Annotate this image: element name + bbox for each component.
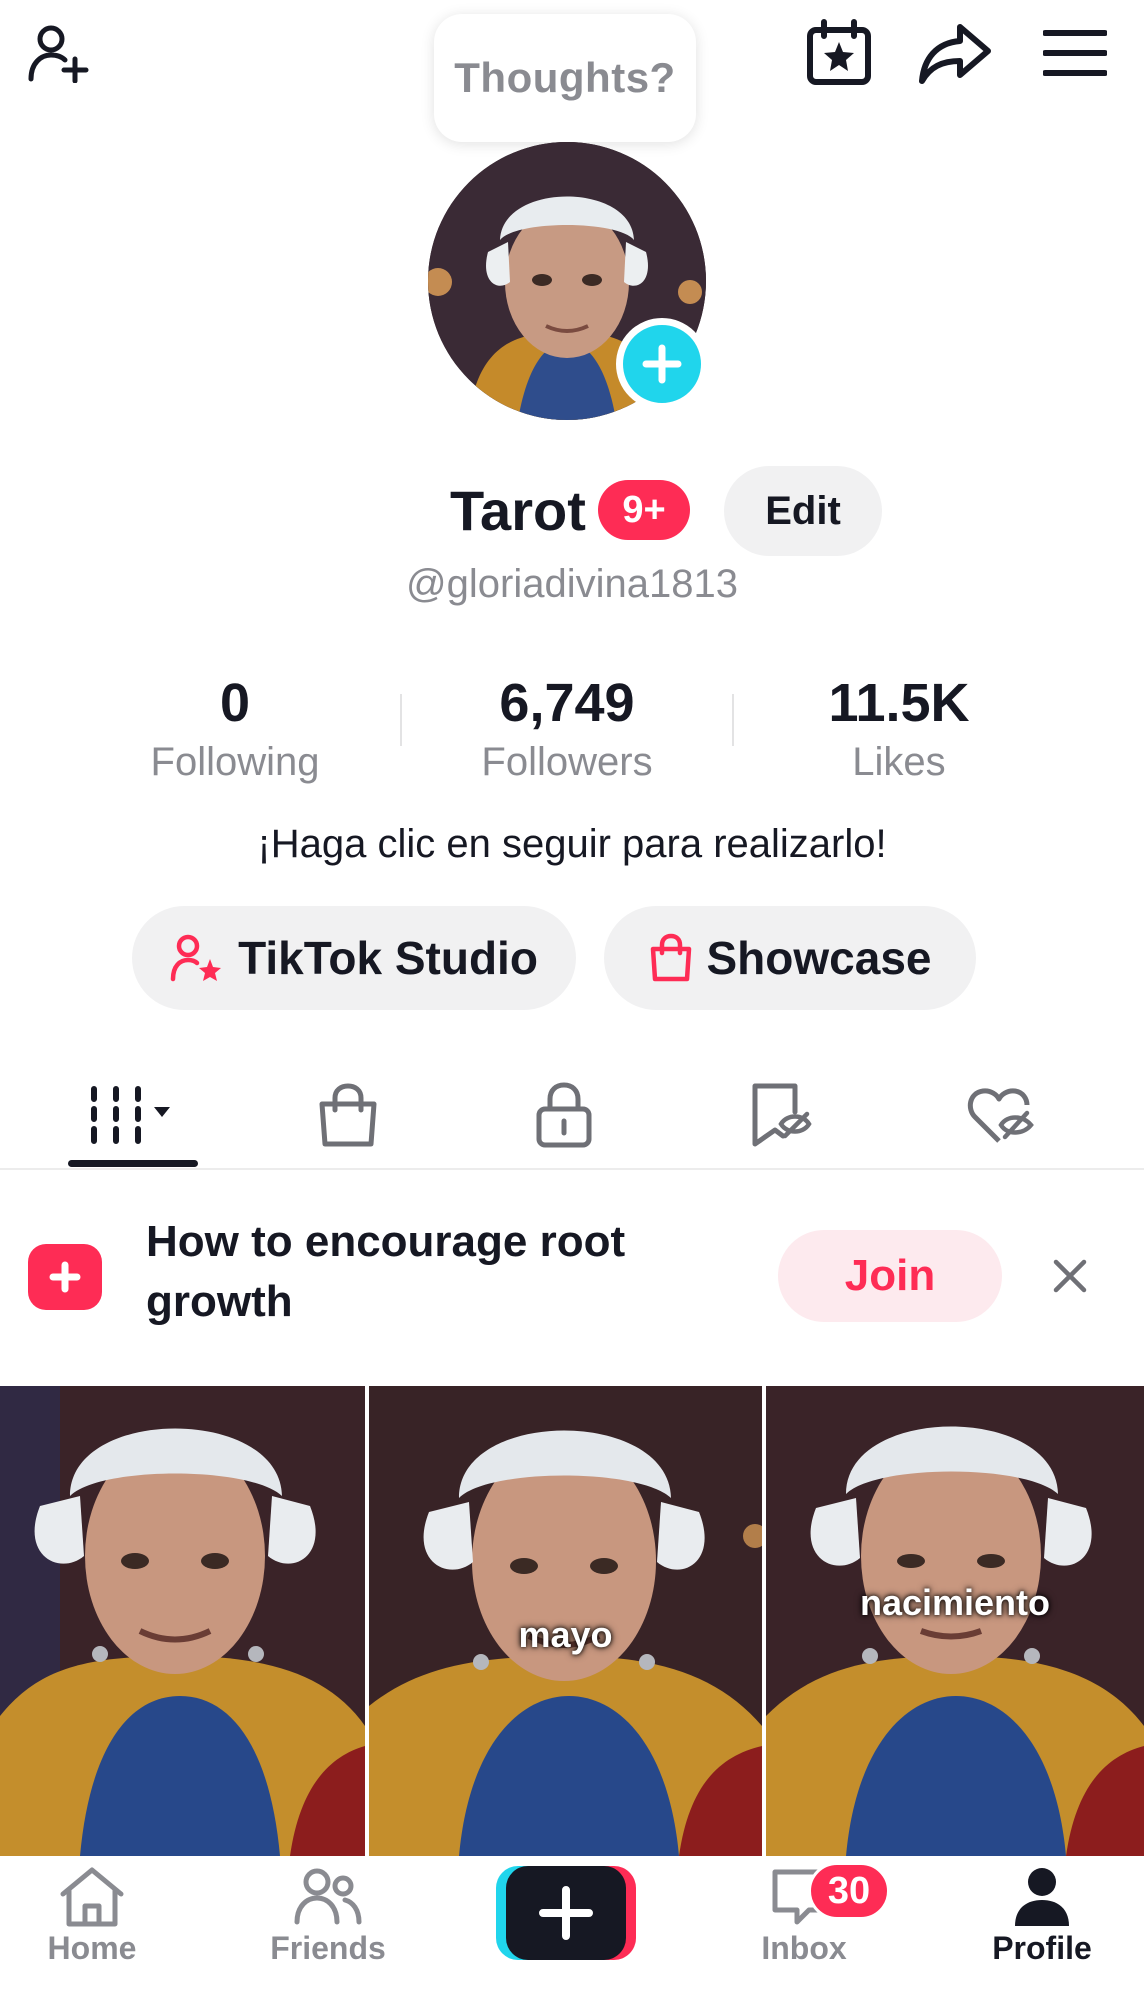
shopping-bag-icon <box>650 933 691 982</box>
friends-icon <box>294 1868 362 1925</box>
video-thumbnail[interactable]: nacimiento <box>766 1386 1144 1856</box>
plus-icon <box>642 344 682 384</box>
tiktok-studio-button[interactable]: TikTok Studio <box>132 906 576 1010</box>
create-plus-icon <box>496 1866 636 1960</box>
nav-profile[interactable]: Profile <box>952 1866 1132 1986</box>
video-caption: mayo <box>518 1614 613 1655</box>
tab-videos[interactable] <box>44 1060 224 1170</box>
following-count: 0 <box>219 673 251 733</box>
create-button[interactable] <box>496 1866 636 1960</box>
add-story-button[interactable] <box>616 318 708 410</box>
close-banner-button[interactable] <box>1038 1244 1102 1308</box>
join-button[interactable]: Join <box>778 1230 1002 1322</box>
heart-hidden-icon <box>967 1088 1034 1143</box>
nav-friends-label: Friends <box>270 1930 386 1966</box>
following-label: Following <box>150 740 320 784</box>
person-star-icon <box>170 934 222 982</box>
nav-friends[interactable]: Friends <box>238 1866 418 1986</box>
edit-profile-button[interactable]: Edit <box>724 466 882 556</box>
nav-home[interactable]: Home <box>2 1866 182 1986</box>
username: @gloriadivina1813 <box>406 562 738 606</box>
tab-liked[interactable] <box>910 1060 1090 1170</box>
tabs-divider <box>0 1168 1144 1170</box>
profile-icon <box>1015 1868 1069 1926</box>
nav-inbox-label: Inbox <box>761 1930 847 1966</box>
followers-label: Followers <box>481 740 653 784</box>
banner-text: How to encourage root growth <box>146 1217 626 1326</box>
hamburger-menu-icon <box>1043 30 1107 76</box>
showcase-label: Showcase <box>706 932 932 984</box>
showcase-button[interactable]: Showcase <box>604 906 976 1010</box>
likes-stat[interactable]: 11.5K Likes <box>734 672 1064 785</box>
share-button[interactable] <box>910 8 1000 98</box>
tab-shop[interactable] <box>258 1060 438 1170</box>
shopping-bag-icon <box>319 1083 377 1147</box>
first-aid-icon <box>28 1244 102 1310</box>
nav-home-label: Home <box>47 1930 137 1966</box>
thoughts-bubble[interactable]: Thoughts? <box>434 14 696 142</box>
likes-count: 11.5K <box>828 673 970 733</box>
home-icon <box>60 1867 124 1927</box>
likes-label: Likes <box>852 740 946 784</box>
nav-profile-label: Profile <box>992 1930 1092 1966</box>
tiktok-studio-label: TikTok Studio <box>238 932 538 984</box>
tab-private[interactable] <box>474 1060 654 1170</box>
followers-count: 6,749 <box>499 673 635 733</box>
calendar-button[interactable] <box>794 8 884 98</box>
video-caption: nacimiento <box>859 1582 1051 1623</box>
notification-badge: 9+ <box>598 480 690 540</box>
video-thumbnail[interactable]: mayo <box>369 1386 762 1856</box>
close-icon <box>1053 1259 1087 1293</box>
thoughts-text: Thoughts? <box>454 54 676 101</box>
inbox-badge: 30 <box>808 1862 890 1920</box>
lock-icon <box>536 1082 592 1148</box>
active-tab-indicator <box>68 1160 198 1167</box>
following-stat[interactable]: 0 Following <box>70 672 400 785</box>
video-thumbnail[interactable] <box>0 1386 365 1856</box>
followers-stat[interactable]: 6,749 Followers <box>402 672 732 785</box>
bio-text: ¡Haga clic en seguir para realizarlo! <box>257 822 887 866</box>
person-add-icon <box>28 25 89 83</box>
tab-favorites[interactable] <box>690 1060 870 1170</box>
grid-icon <box>91 1086 170 1144</box>
calendar-star-icon <box>807 19 871 85</box>
bookmark-hidden-icon <box>752 1083 812 1147</box>
add-friend-button[interactable] <box>14 8 104 98</box>
video-thumbnail-image <box>0 1386 365 1856</box>
menu-button[interactable] <box>1030 8 1120 98</box>
share-arrow-icon <box>919 24 991 84</box>
display-name: Tarot <box>450 479 586 542</box>
